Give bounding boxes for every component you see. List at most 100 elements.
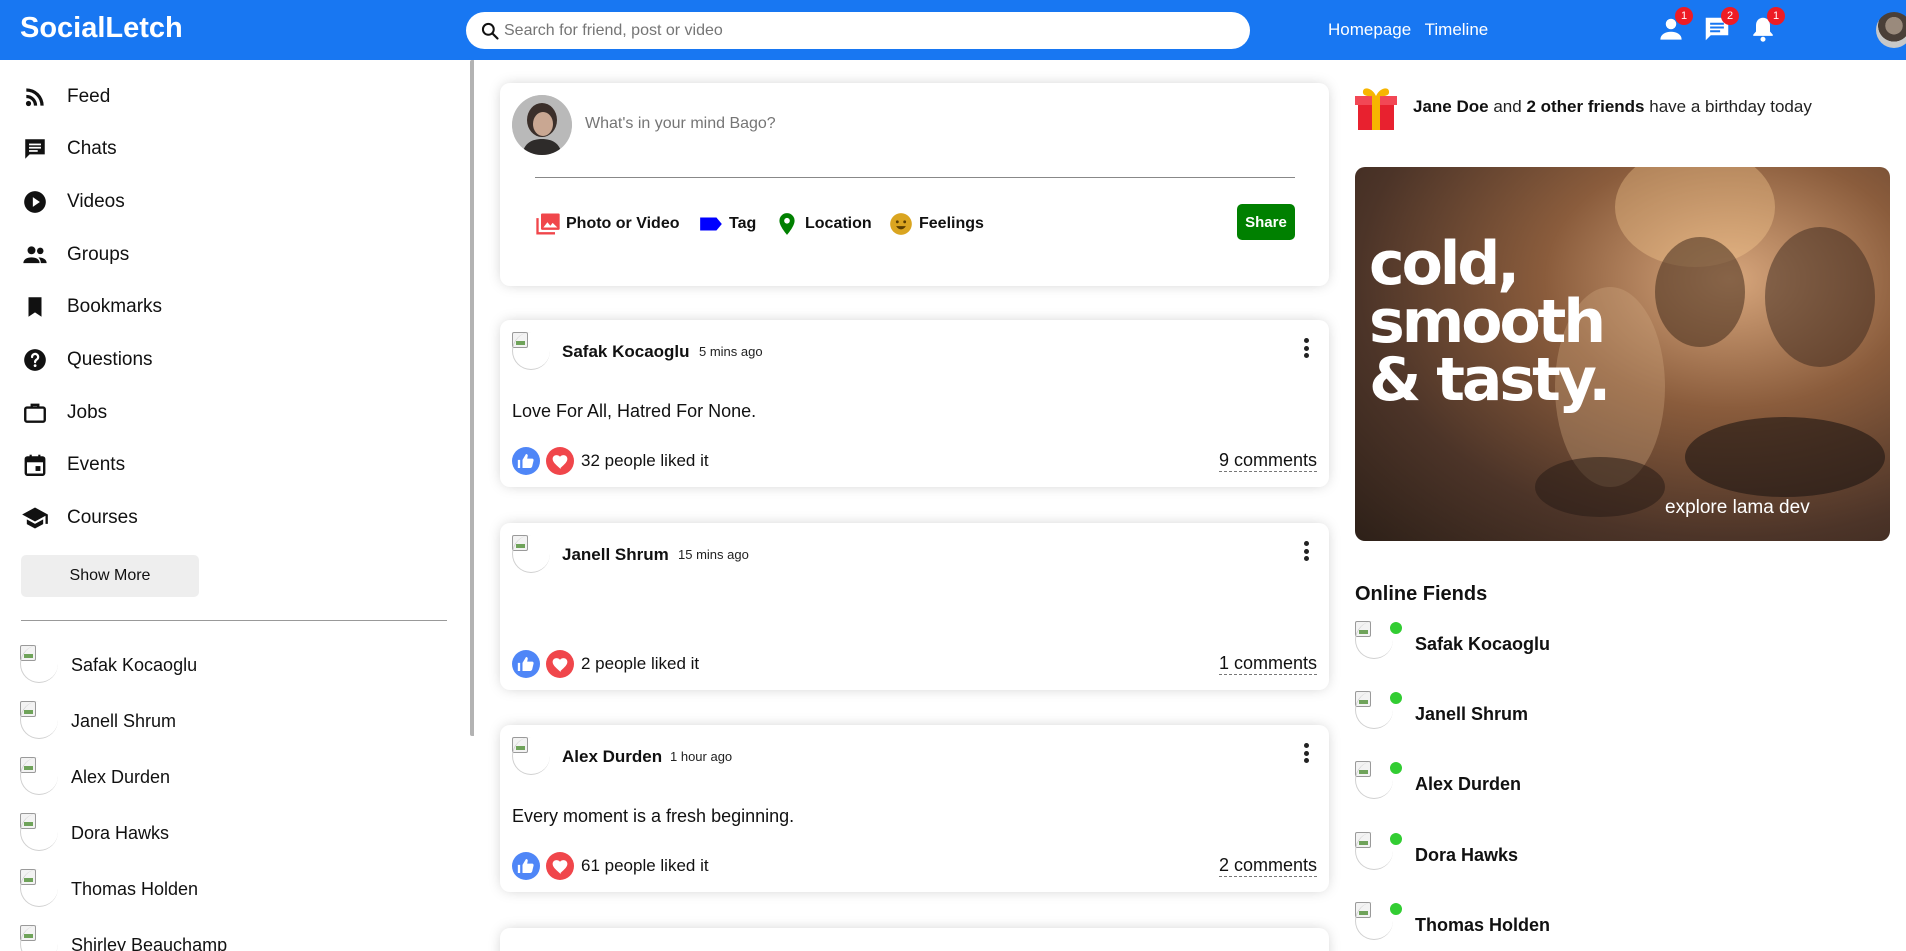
homepage-link[interactable]: Homepage [1328, 20, 1411, 39]
online-friend-item[interactable]: Safak Kocaoglu [1355, 621, 1550, 667]
notifications-button[interactable]: 1 [1748, 7, 1785, 44]
sidebar-item-feed[interactable]: Feed [20, 82, 110, 112]
profile-avatar[interactable] [1876, 12, 1906, 48]
briefcase-icon [20, 398, 50, 428]
chat-icon [20, 134, 50, 164]
heart-icon[interactable] [546, 650, 574, 678]
more-vert-icon[interactable] [1302, 541, 1310, 565]
sidebar-item-videos[interactable]: Videos [20, 187, 125, 217]
online-status-dot [1389, 832, 1403, 846]
online-status-dot [1389, 691, 1403, 705]
friend-name: Dora Hawks [71, 822, 170, 843]
like-icon[interactable] [512, 447, 540, 475]
friend-avatar [20, 813, 58, 853]
post-avatar[interactable] [512, 737, 550, 775]
sidebar-item-label: Jobs [67, 402, 108, 423]
online-friend-name: Alex Durden [1415, 773, 1522, 794]
heart-icon[interactable] [546, 852, 574, 880]
sidebar-friend-item[interactable]: Safak Kocaoglu [20, 645, 197, 685]
friend-avatar [20, 757, 58, 797]
share-option-feelings[interactable]: Feelings [887, 209, 984, 239]
sidebar-friend-item[interactable]: Thomas Holden [20, 869, 198, 909]
timeline-link[interactable]: Timeline [1425, 20, 1489, 39]
left-sidebar: Feed Chats Videos Groups Bookmarks Quest… [0, 60, 474, 951]
online-friend-item[interactable]: Dora Hawks [1355, 832, 1518, 878]
like-count: 2 people liked it [581, 654, 700, 673]
share-option-location[interactable]: Location [773, 209, 872, 239]
birthday-joiner: and [1493, 97, 1522, 116]
sidebar-scrollbar[interactable] [470, 60, 474, 736]
online-friend-avatar [1355, 621, 1403, 667]
online-friend-item[interactable]: Alex Durden [1355, 761, 1521, 807]
sidebar-friend-item[interactable]: Shirley Beauchamp [20, 925, 227, 951]
post-time: 1 hour ago [670, 749, 733, 764]
post-username[interactable]: Safak Kocaoglu [562, 342, 690, 362]
show-more-button[interactable]: Show More [21, 555, 199, 597]
sidebar-item-questions[interactable]: Questions [20, 345, 153, 375]
post-username[interactable]: Janell Shrum [562, 545, 669, 565]
more-vert-icon[interactable] [1302, 338, 1310, 362]
online-status-dot [1389, 902, 1403, 916]
sidebar-item-courses[interactable]: Courses [20, 503, 138, 533]
sidebar-item-groups[interactable]: Groups [20, 240, 129, 270]
app-logo[interactable]: SocialLetch [20, 12, 183, 45]
post-card: Janell Shrum 15 mins ago 2 people liked … [500, 523, 1329, 690]
heart-icon[interactable] [546, 447, 574, 475]
messages-button[interactable]: 2 [1702, 7, 1739, 44]
sidebar-friend-item[interactable]: Dora Hawks [20, 813, 169, 853]
friend-avatar [20, 701, 58, 741]
online-status-dot [1389, 621, 1403, 635]
birthday-notice[interactable]: Jane Doe and 2 other friends have a birt… [1355, 82, 1812, 132]
sidebar-item-events[interactable]: Events [20, 450, 125, 480]
post-avatar[interactable] [512, 535, 550, 573]
share-option-tag[interactable]: Tag [697, 209, 756, 239]
online-friend-avatar [1355, 691, 1403, 737]
sidebar-item-chats[interactable]: Chats [20, 134, 117, 164]
sidebar-item-jobs[interactable]: Jobs [20, 398, 107, 428]
sidebar-item-label: Bookmarks [67, 296, 163, 317]
birthday-name[interactable]: Jane Doe [1413, 97, 1489, 116]
messages-badge: 2 [1721, 7, 1739, 25]
sidebar-item-bookmarks[interactable]: Bookmarks [20, 292, 162, 322]
like-icon[interactable] [512, 650, 540, 678]
online-friend-name: Safak Kocaoglu [1415, 633, 1551, 654]
calendar-icon [20, 450, 50, 480]
sidebar-item-label: Events [67, 454, 126, 475]
sidebar-item-label: Groups [67, 244, 130, 265]
friend-name: Safak Kocaoglu [71, 654, 198, 675]
share-button[interactable]: Share [1237, 204, 1295, 240]
online-friend-item[interactable]: Janell Shrum [1355, 691, 1528, 737]
friend-name: Alex Durden [71, 766, 171, 787]
search-icon [481, 22, 499, 40]
comments-link[interactable]: 9 comments [1218, 450, 1317, 472]
post-card: Alex Durden 1 hour ago Every moment is a… [500, 725, 1329, 892]
post-time: 5 mins ago [699, 344, 763, 359]
share-option-label: Feelings [919, 215, 984, 232]
search-input[interactable] [504, 15, 1234, 46]
sidebar-item-label: Chats [67, 138, 117, 159]
search-bar[interactable] [466, 12, 1250, 49]
ad-banner[interactable]: cold, smooth & tasty. explore lama dev [1355, 167, 1890, 541]
location-pin-icon [773, 210, 801, 238]
online-friend-item[interactable]: Thomas Holden [1355, 902, 1550, 948]
friend-requests-button[interactable]: 1 [1656, 7, 1693, 44]
friend-avatar [20, 645, 58, 685]
comments-link[interactable]: 1 comments [1218, 653, 1317, 675]
like-icon[interactable] [512, 852, 540, 880]
sidebar-friend-item[interactable]: Alex Durden [20, 757, 170, 797]
post-username[interactable]: Alex Durden [562, 747, 662, 767]
post-avatar[interactable] [512, 332, 550, 370]
post-time: 15 mins ago [678, 547, 749, 562]
online-friend-name: Dora Hawks [1415, 844, 1519, 865]
more-vert-icon[interactable] [1302, 743, 1310, 767]
comments-link[interactable]: 2 comments [1218, 855, 1317, 877]
post-card [500, 928, 1329, 951]
rss-feed-icon [20, 82, 50, 112]
birthday-others[interactable]: 2 other friends [1526, 97, 1644, 116]
online-friend-avatar [1355, 832, 1403, 878]
share-input[interactable] [585, 109, 1285, 139]
sidebar-friend-item[interactable]: Janell Shrum [20, 701, 176, 741]
share-option-photo[interactable]: Photo or Video [534, 209, 679, 239]
topbar: SocialLetch Homepage Timeline 1 2 1 [0, 0, 1906, 60]
share-card: Photo or Video Tag Location Feelings Sha… [500, 83, 1329, 286]
